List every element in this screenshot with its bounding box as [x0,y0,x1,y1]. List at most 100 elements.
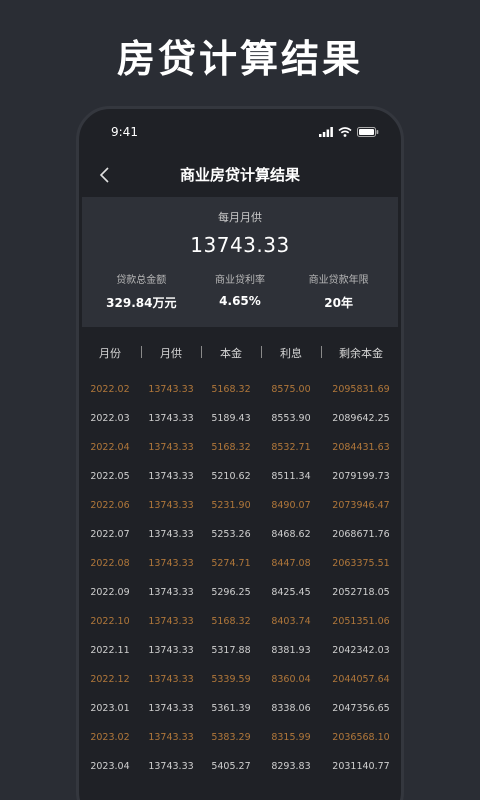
column-header-interest: 利息 [261,345,321,361]
monthly-payment-value: 13743.33 [190,233,290,257]
cell-remaining: 2084431.63 [332,442,390,453]
stat-label: 贷款总金额 [116,275,167,286]
cell-month: 2022.02 [90,384,130,395]
cell-month: 2022.04 [90,442,130,453]
wifi-icon [338,127,352,137]
signal-icon [319,127,333,137]
table-row: 2022.08 13743.33 5274.71 8447.08 2063375… [79,549,401,578]
table-row: 2022.05 13743.33 5210.62 8511.34 2079199… [79,462,401,491]
column-header-principal: 本金 [201,345,261,361]
cell-remaining: 2042342.03 [332,645,390,656]
cell-payment: 13743.33 [148,587,194,598]
cell-remaining: 2052718.05 [332,587,390,598]
cell-month: 2022.12 [90,674,130,685]
table-row: 2022.02 13743.33 5168.32 8575.00 2095831… [79,375,401,404]
stat-value: 4.65% [219,294,261,308]
cell-interest: 8360.04 [271,674,311,685]
cell-payment: 13743.33 [148,442,194,453]
cell-principal: 5383.29 [211,732,251,743]
cell-remaining: 2047356.65 [332,703,390,714]
cell-interest: 8532.71 [271,442,311,453]
cell-month: 2023.04 [90,761,130,772]
status-bar: 9:41 [79,109,401,155]
table-row: 2022.09 13743.33 5296.25 8425.45 2052718… [79,578,401,607]
cell-principal: 5361.39 [211,703,251,714]
promo-title: 房贷计算结果 [116,37,363,81]
stat-value: 329.84万元 [106,296,177,310]
cell-month: 2022.08 [90,558,130,569]
cell-principal: 5274.71 [211,558,251,569]
cell-principal: 5253.26 [211,529,251,540]
status-icons [319,127,379,137]
payment-table: 2022.02 13743.33 5168.32 8575.00 2095831… [79,375,401,781]
table-row: 2022.04 13743.33 5168.32 8532.71 2084431… [79,433,401,462]
cell-payment: 13743.33 [148,645,194,656]
cell-month: 2023.02 [90,732,130,743]
cell-interest: 8575.00 [271,384,311,395]
table-row: 2022.06 13743.33 5231.90 8490.07 2073946… [79,491,401,520]
table-row: 2022.07 13743.33 5253.26 8468.62 2068671… [79,520,401,549]
stat-label: 商业贷款年限 [308,275,369,286]
cell-principal: 5168.32 [211,384,251,395]
cell-principal: 5189.43 [211,413,251,424]
cell-payment: 13743.33 [148,616,194,627]
summary-panel: 每月月供 13743.33 贷款总金额 329.84万元 商业贷利率 4.65%… [82,197,398,327]
table-row: 2022.10 13743.33 5168.32 8403.74 2051351… [79,607,401,636]
cell-remaining: 2044057.64 [332,674,390,685]
monthly-payment-label: 每月月供 [218,211,262,224]
page-title: 商业房贷计算结果 [179,165,300,184]
cell-month: 2022.07 [90,529,130,540]
chevron-left-icon [99,167,109,183]
stat-loan-term: 商业贷款年限 20年 [290,271,388,311]
cell-payment: 13743.33 [148,674,194,685]
back-button[interactable] [93,163,117,187]
cell-principal: 5231.90 [211,500,251,511]
phone-frame: 9:41 商业房贷计算结果 每月月供 13743.33 贷款总金额 329.84… [76,106,404,800]
cell-month: 2023.01 [90,703,130,714]
table-row: 2023.02 13743.33 5383.29 8315.99 2036568… [79,723,401,752]
cell-interest: 8468.62 [271,529,311,540]
cell-remaining: 2031140.77 [332,761,390,772]
cell-interest: 8511.34 [271,471,311,482]
cell-payment: 13743.33 [148,558,194,569]
stat-label: 商业贷利率 [214,275,265,286]
battery-icon [357,127,379,137]
cell-remaining: 2063375.51 [332,558,390,569]
cell-remaining: 2073946.47 [332,500,390,511]
cell-remaining: 2079199.73 [332,471,390,482]
cell-month: 2022.10 [90,616,130,627]
cell-remaining: 2068671.76 [332,529,390,540]
cell-month: 2022.11 [90,645,130,656]
cell-payment: 13743.33 [148,413,194,424]
cell-remaining: 2051351.06 [332,616,390,627]
cell-month: 2022.03 [90,413,130,424]
column-header-month: 月份 [99,347,121,360]
cell-principal: 5296.25 [211,587,251,598]
column-header-payment: 月供 [141,345,201,361]
cell-principal: 5210.62 [211,471,251,482]
cell-principal: 5339.59 [211,674,251,685]
nav-bar: 商业房贷计算结果 [79,155,401,193]
cell-interest: 8381.93 [271,645,311,656]
cell-remaining: 2036568.10 [332,732,390,743]
cell-remaining: 2089642.25 [332,413,390,424]
cell-month: 2022.09 [90,587,130,598]
cell-interest: 8553.90 [271,413,311,424]
stat-total-amount: 贷款总金额 329.84万元 [92,271,190,311]
cell-principal: 5168.32 [211,616,251,627]
cell-principal: 5168.32 [211,442,251,453]
table-row: 2023.04 13743.33 5405.27 8293.83 2031140… [79,752,401,781]
cell-interest: 8315.99 [271,732,311,743]
summary-stats: 贷款总金额 329.84万元 商业贷利率 4.65% 商业贷款年限 20年 [82,271,398,311]
cell-remaining: 2095831.69 [332,384,390,395]
cell-principal: 5405.27 [211,761,251,772]
cell-payment: 13743.33 [148,529,194,540]
table-row: 2023.01 13743.33 5361.39 8338.06 2047356… [79,694,401,723]
cell-month: 2022.05 [90,471,130,482]
stat-value: 20年 [324,296,353,310]
cell-payment: 13743.33 [148,500,194,511]
status-time: 9:41 [111,125,138,139]
column-header-remaining: 剩余本金 [321,345,401,361]
cell-interest: 8338.06 [271,703,311,714]
cell-principal: 5317.88 [211,645,251,656]
